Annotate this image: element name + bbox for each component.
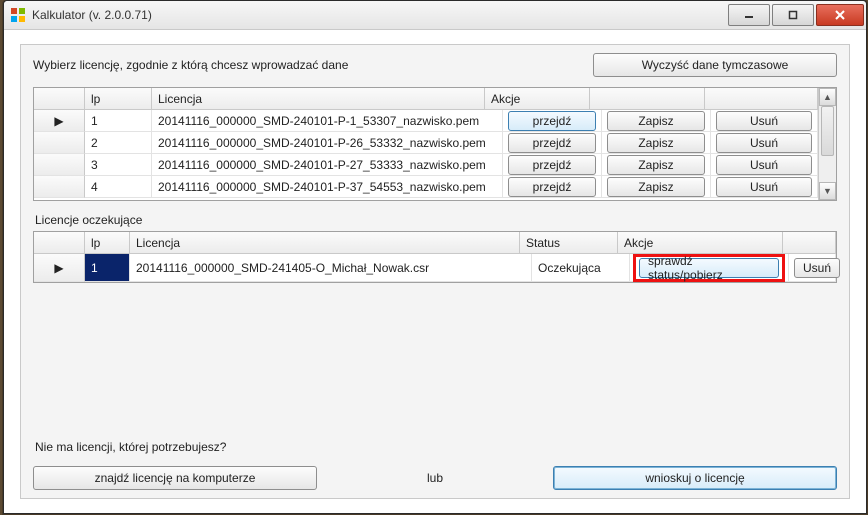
row-header [34, 154, 85, 176]
request-license-button[interactable]: wnioskuj o licencję [553, 466, 837, 490]
vertical-scrollbar[interactable]: ▲ ▼ [818, 88, 836, 200]
table-row[interactable]: ▶ 1 20141116_000000_SMD-241405-O_Michał_… [34, 254, 836, 282]
zapisz-button[interactable]: Zapisz [607, 133, 705, 153]
col-header-lp[interactable]: lp [85, 88, 152, 110]
minimize-button[interactable] [728, 4, 770, 26]
row-header [34, 132, 85, 154]
cell-licencja: 20141116_000000_SMD-240101-P-26_53332_na… [152, 132, 503, 154]
licenses-grid[interactable]: lp Licencja Akcje ▶ 1 20141116_000000_SM… [33, 87, 837, 201]
find-license-button[interactable]: znajdź licencję na komputerze [33, 466, 317, 490]
window-title: Kalkulator (v. 2.0.0.71) [32, 8, 152, 22]
zapisz-button[interactable]: Zapisz [607, 177, 705, 197]
usun-button[interactable]: Usuń [716, 111, 812, 131]
usun-button[interactable]: Usuń [794, 258, 840, 278]
col-header-status[interactable]: Status [520, 232, 618, 254]
przejdz-button[interactable]: przejdź [508, 133, 596, 153]
maximize-button[interactable] [772, 4, 814, 26]
zapisz-button[interactable]: Zapisz [607, 155, 705, 175]
check-status-button[interactable]: sprawdź status/pobierz [639, 258, 779, 278]
grid-corner [34, 88, 85, 110]
cell-licencja: 20141116_000000_SMD-240101-P-37_54553_na… [152, 176, 503, 198]
clear-temp-data-button[interactable]: Wyczyść dane tymczasowe [593, 53, 837, 77]
col-header-blank [783, 232, 836, 254]
titlebar: Kalkulator (v. 2.0.0.71) [4, 1, 866, 30]
cell-licencja: 20141116_000000_SMD-240101-P-1_53307_naz… [152, 110, 503, 132]
cell-licencja: 20141116_000000_SMD-240101-P-27_53333_na… [152, 154, 503, 176]
col-header-licencja[interactable]: Licencja [152, 88, 485, 110]
pending-licenses-label: Licencje oczekujące [35, 213, 837, 227]
col-header-lp[interactable]: lp [85, 232, 130, 254]
close-button[interactable] [816, 4, 864, 26]
usun-button[interactable]: Usuń [716, 155, 812, 175]
app-icon [10, 7, 26, 23]
cell-status: Oczekująca [532, 254, 630, 282]
cell-licencja: 20141116_000000_SMD-241405-O_Michał_Nowa… [130, 254, 532, 282]
row-indicator-icon: ▶ [34, 254, 85, 282]
usun-button[interactable]: Usuń [716, 133, 812, 153]
zapisz-button[interactable]: Zapisz [607, 111, 705, 131]
main-panel: Wybierz licencję, zgodnie z którą chcesz… [20, 44, 850, 499]
need-license-prompt: Nie ma licencji, której potrzebujesz? [35, 440, 837, 454]
app-window: Kalkulator (v. 2.0.0.71) Wybierz licencj… [3, 0, 867, 514]
przejdz-button[interactable]: przejdź [508, 111, 596, 131]
col-header-akcje[interactable]: Akcje [485, 88, 590, 110]
highlight-annotation: sprawdź status/pobierz [633, 254, 785, 282]
scroll-up-icon[interactable]: ▲ [819, 88, 836, 106]
table-row[interactable]: 2 20141116_000000_SMD-240101-P-26_53332_… [34, 132, 818, 154]
instruction-label: Wybierz licencję, zgodnie z którą chcesz… [33, 58, 593, 72]
scroll-thumb[interactable] [821, 106, 834, 156]
table-row[interactable]: ▶ 1 20141116_000000_SMD-240101-P-1_53307… [34, 110, 818, 132]
col-header-blank2 [705, 88, 818, 110]
window-buttons [726, 4, 864, 26]
cell-lp: 3 [85, 154, 152, 176]
table-row[interactable]: 4 20141116_000000_SMD-240101-P-37_54553_… [34, 176, 818, 198]
col-header-blank1 [590, 88, 705, 110]
grid-corner [34, 232, 85, 254]
scroll-down-icon[interactable]: ▼ [819, 182, 836, 200]
col-header-licencja[interactable]: Licencja [130, 232, 520, 254]
col-header-akcje[interactable]: Akcje [618, 232, 783, 254]
row-indicator-icon: ▶ [34, 110, 85, 132]
cell-lp: 4 [85, 176, 152, 198]
cell-lp: 2 [85, 132, 152, 154]
cell-lp: 1 [85, 254, 130, 282]
table-row[interactable]: 3 20141116_000000_SMD-240101-P-27_53333_… [34, 154, 818, 176]
cell-lp: 1 [85, 110, 152, 132]
przejdz-button[interactable]: przejdź [508, 155, 596, 175]
or-label: lub [413, 471, 457, 485]
pending-licenses-grid[interactable]: lp Licencja Status Akcje ▶ 1 20141116_00… [33, 231, 837, 283]
usun-button[interactable]: Usuń [716, 177, 812, 197]
row-header [34, 176, 85, 198]
przejdz-button[interactable]: przejdź [508, 177, 596, 197]
